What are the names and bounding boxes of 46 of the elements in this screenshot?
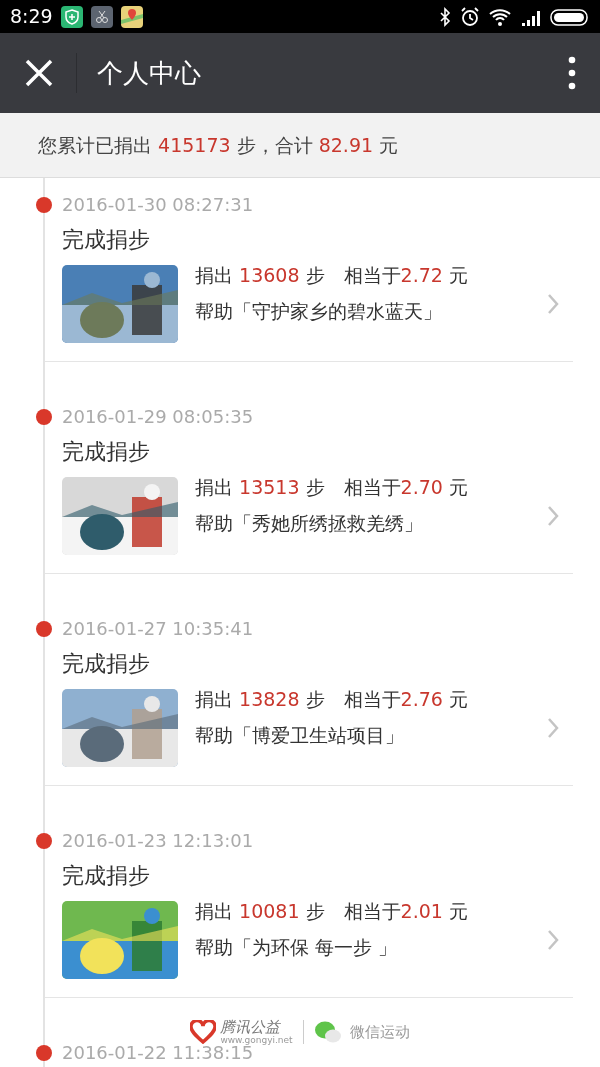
- entry-date: 2016-01-23 12:13:01: [62, 830, 254, 851]
- scissors-icon: [90, 5, 113, 28]
- entry-title: 完成捐步: [62, 650, 151, 678]
- donation-detail: 捐出 13828 步 相当于2.76 元: [195, 687, 469, 712]
- chevron-right-icon: [547, 929, 559, 951]
- chevron-right-icon: [547, 293, 559, 315]
- entry-date: 2016-01-30 08:27:31: [62, 194, 254, 215]
- donation-detail: 捐出 13513 步 相当于2.70 元: [195, 475, 469, 500]
- donation-detail: 捐出 10081 步 相当于2.01 元: [195, 899, 469, 924]
- menu-icon: [568, 56, 576, 90]
- donation-row[interactable]: 捐出 10081 步 相当于2.01 元 帮助「为环保 每一步 」: [62, 901, 573, 979]
- close-icon: [24, 58, 54, 88]
- total-summary: 您累计已捐出 415173 步，合计 82.91 元: [38, 132, 399, 158]
- timeline-dot: [36, 409, 52, 425]
- donation-row[interactable]: 捐出 13513 步 相当于2.70 元 帮助「秀她所绣拯救羌绣」: [62, 477, 573, 555]
- project-name: 帮助「秀她所绣拯救羌绣」: [195, 511, 424, 536]
- app-name: 微信运动: [349, 1021, 410, 1043]
- entry-date: 2016-01-29 08:05:35: [62, 406, 254, 427]
- map-icon: [120, 5, 143, 28]
- timeline-dot: [36, 833, 52, 849]
- menu-button[interactable]: [568, 56, 576, 90]
- project-name: 帮助「博爱卫生站项目」: [195, 723, 405, 748]
- chevron-right-icon: [547, 717, 559, 739]
- project-name: 帮助「守护家乡的碧水蓝天」: [195, 299, 443, 324]
- heart-icon: [190, 1020, 217, 1044]
- entry-title: 完成捐步: [62, 438, 151, 466]
- timeline-dot: [36, 1045, 52, 1061]
- brand-name: 腾讯公益: [220, 1019, 282, 1035]
- timeline-dot: [36, 197, 52, 213]
- close-button[interactable]: [24, 58, 54, 88]
- entry-date: 2016-01-27 10:35:41: [62, 618, 254, 639]
- entry-title: 完成捐步: [62, 226, 151, 254]
- donation-detail: 捐出 13608 步 相当于2.72 元: [195, 263, 469, 288]
- donation-row[interactable]: 捐出 13608 步 相当于2.72 元 帮助「守护家乡的碧水蓝天」: [62, 265, 573, 343]
- alarm-icon: [460, 5, 480, 28]
- chat-bubbles-icon: [313, 1020, 342, 1044]
- bluetooth-icon: [438, 5, 452, 28]
- entry-title: 完成捐步: [62, 862, 151, 890]
- timeline-dot: [36, 621, 52, 637]
- donation-row[interactable]: 捐出 13828 步 相当于2.76 元 帮助「博爱卫生站项目」: [62, 689, 573, 767]
- brand-url: www.gongyi.net: [220, 1034, 293, 1045]
- chevron-right-icon: [547, 505, 559, 527]
- project-name: 帮助「为环保 每一步 」: [195, 935, 399, 960]
- clock-time: 8:29: [10, 4, 53, 30]
- shield-icon: [60, 5, 83, 28]
- page-title: 个人中心: [97, 56, 202, 90]
